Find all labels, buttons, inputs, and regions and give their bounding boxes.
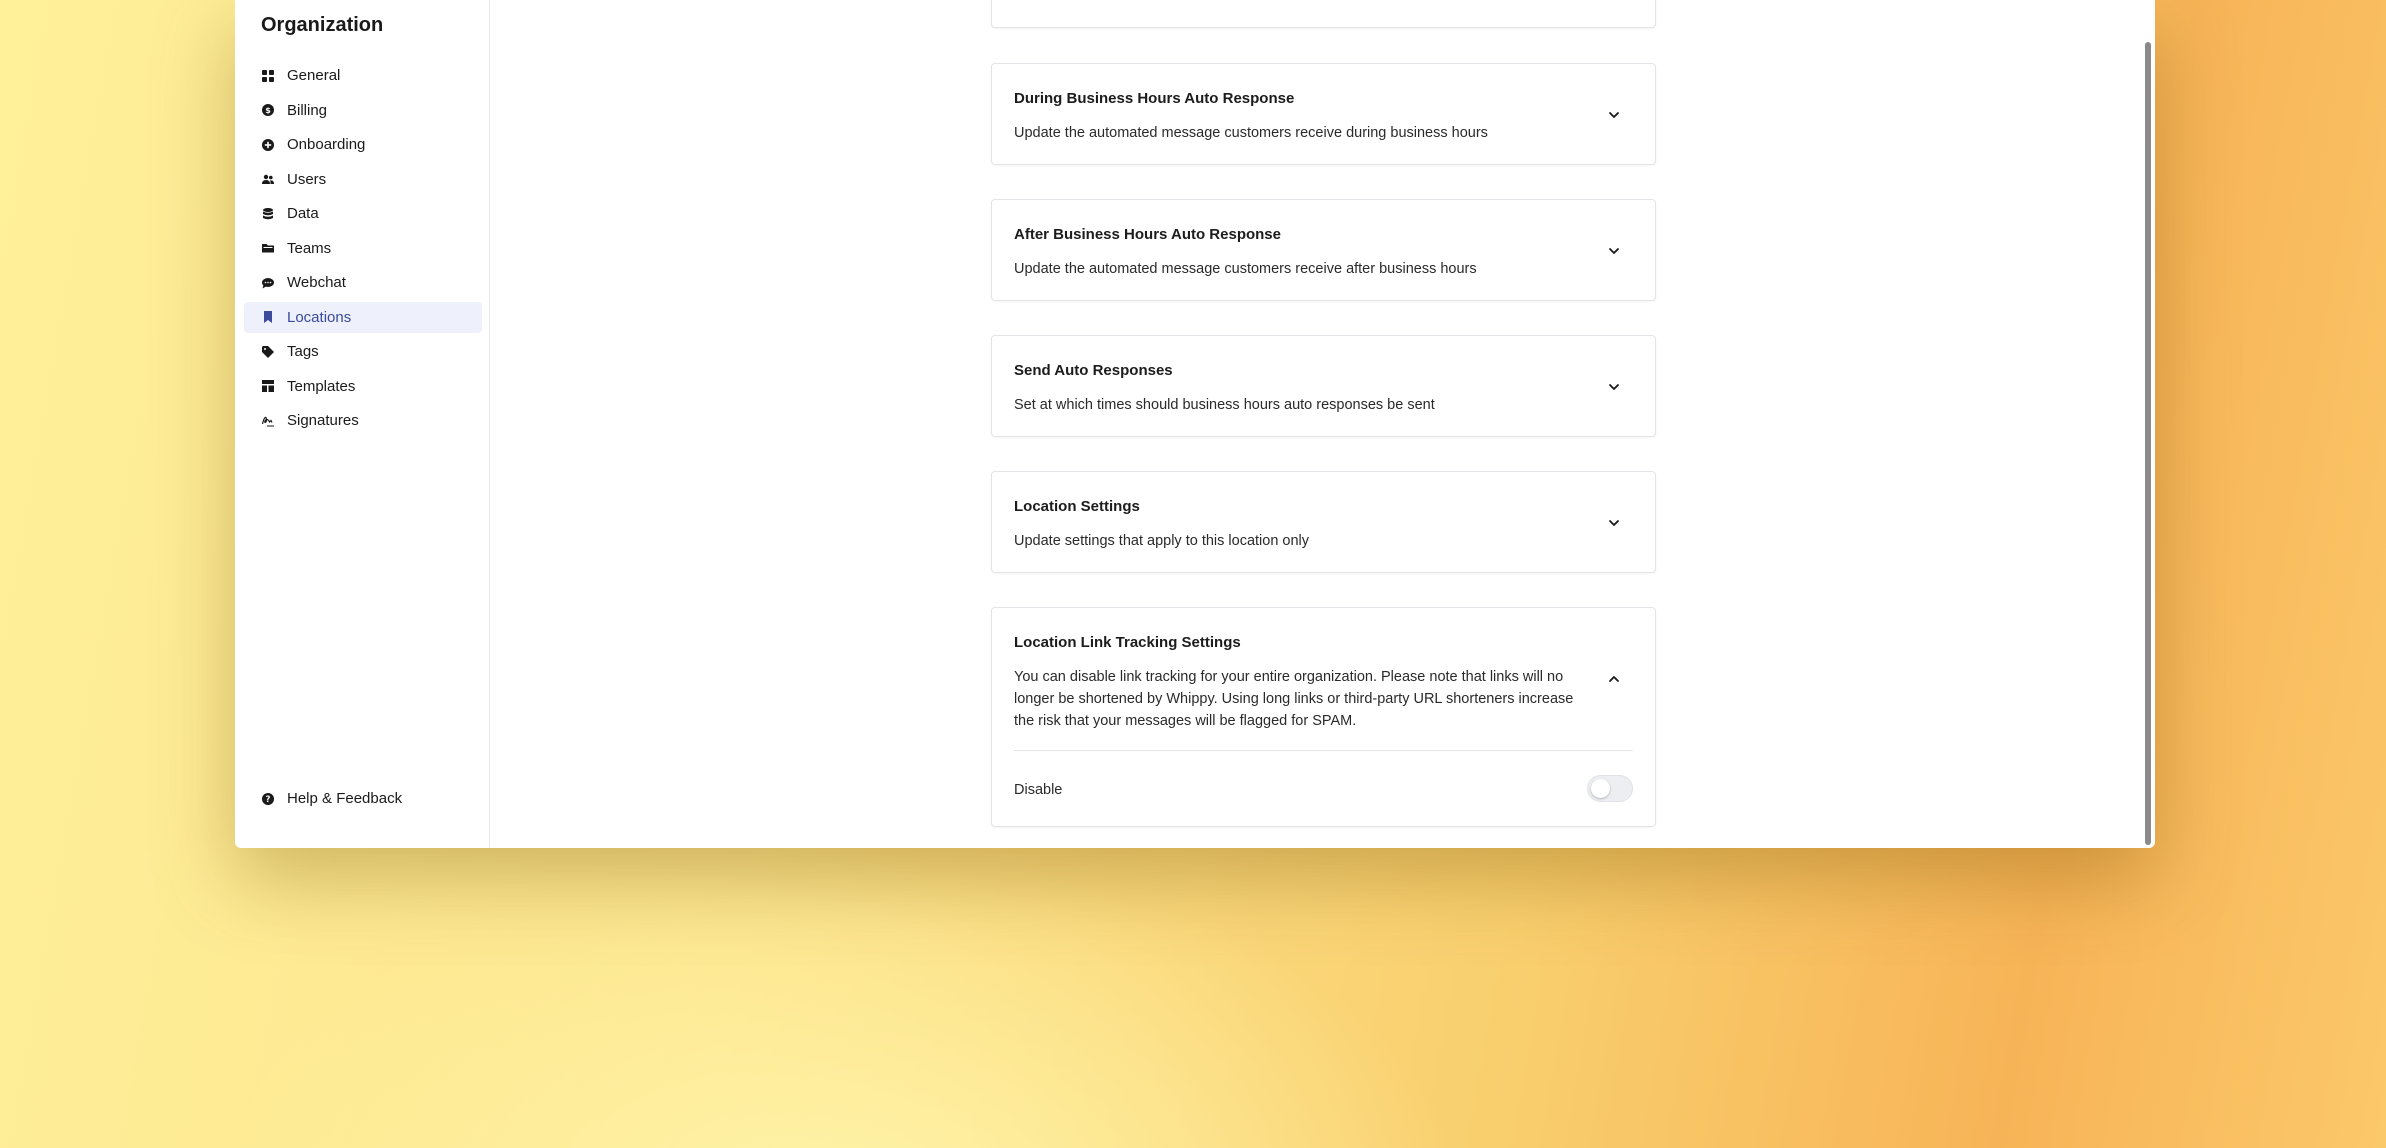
sidebar-item-teams[interactable]: Teams (244, 233, 482, 264)
sidebar: Organization General $ Billing Onboardin… (235, 0, 490, 848)
chevron-down-icon[interactable] (1607, 244, 1621, 258)
card-title: Location Settings (1014, 498, 1140, 515)
sidebar-item-users[interactable]: Users (244, 164, 482, 195)
card-title: After Business Hours Auto Response (1014, 226, 1281, 243)
sidebar-item-label: Onboarding (287, 136, 366, 153)
card-description: Update the automated message customers r… (1014, 125, 1488, 141)
users-icon (261, 172, 275, 186)
chevron-down-icon[interactable] (1607, 380, 1621, 394)
sidebar-item-data[interactable]: Data (244, 198, 482, 229)
disable-link-tracking-toggle[interactable] (1587, 775, 1633, 802)
sidebar-nav: General $ Billing Onboarding Users Data … (244, 60, 482, 440)
help-feedback-label: Help & Feedback (287, 790, 403, 807)
template-icon (261, 379, 275, 393)
question-circle-icon: ? (261, 792, 275, 806)
help-feedback-link[interactable]: ? Help & Feedback (261, 790, 402, 807)
sidebar-item-tags[interactable]: Tags (244, 336, 482, 367)
during-business-hours-card[interactable]: During Business Hours Auto Response Upda… (991, 63, 1656, 165)
folder-icon (261, 241, 275, 255)
svg-text:?: ? (266, 795, 271, 805)
card-title: During Business Hours Auto Response (1014, 90, 1295, 107)
sidebar-item-webchat[interactable]: Webchat (244, 267, 482, 298)
scrollbar[interactable] (2145, 42, 2151, 845)
sidebar-item-general[interactable]: General (244, 60, 482, 91)
after-business-hours-card[interactable]: After Business Hours Auto Response Updat… (991, 199, 1656, 301)
sidebar-item-onboarding[interactable]: Onboarding (244, 129, 482, 160)
plus-circle-icon (261, 138, 275, 152)
database-icon (261, 207, 275, 221)
sidebar-item-templates[interactable]: Templates (244, 371, 482, 402)
bookmark-icon (261, 310, 275, 324)
sidebar-item-signatures[interactable]: Signatures (244, 405, 482, 436)
chat-icon (261, 276, 275, 290)
sidebar-item-label: Templates (287, 377, 356, 395)
tag-icon (261, 345, 275, 359)
sidebar-item-label: Teams (287, 239, 332, 257)
chevron-down-icon[interactable] (1607, 108, 1621, 122)
sidebar-item-billing[interactable]: $ Billing (244, 95, 482, 126)
send-auto-responses-card[interactable]: Send Auto Responses Set at which times s… (991, 335, 1656, 437)
signature-icon (261, 414, 275, 428)
sidebar-item-label: General (287, 67, 341, 84)
card-title: Location Link Tracking Settings (1014, 634, 1241, 651)
sidebar-item-label: Data (287, 205, 319, 222)
card-description: Update settings that apply to this locat… (1014, 533, 1310, 549)
link-tracking-settings-card[interactable]: Location Link Tracking Settings You can … (991, 607, 1656, 827)
card-description: You can disable link tracking for your e… (1014, 669, 1574, 729)
location-settings-card[interactable]: Location Settings Update settings that a… (991, 471, 1656, 573)
sidebar-item-label: Signatures (287, 412, 359, 429)
toggle-knob (1591, 779, 1610, 798)
sidebar-item-locations[interactable]: Locations (244, 301, 482, 333)
business-hours-card[interactable] (991, 0, 1656, 28)
chevron-down-icon[interactable] (1607, 516, 1621, 530)
sidebar-item-label: Webchat (287, 274, 346, 291)
card-description: Update the automated message customers r… (1014, 261, 1477, 277)
sidebar-item-label: Users (287, 170, 327, 188)
sidebar-item-label: Locations (287, 308, 352, 326)
sidebar-title: Organization (261, 14, 384, 36)
svg-text:$: $ (265, 106, 271, 115)
dollar-icon: $ (261, 103, 275, 117)
divider (1014, 750, 1633, 751)
card-title: Send Auto Responses (1014, 362, 1173, 379)
grid-icon (261, 69, 275, 83)
chevron-up-icon[interactable] (1607, 672, 1621, 686)
sidebar-item-label: Tags (287, 343, 319, 360)
disable-toggle-label: Disable (1014, 782, 1063, 798)
card-description: Set at which times should business hours… (1014, 397, 1435, 413)
sidebar-item-label: Billing (287, 101, 328, 119)
app-window: Organization General $ Billing Onboardin… (235, 0, 2155, 848)
